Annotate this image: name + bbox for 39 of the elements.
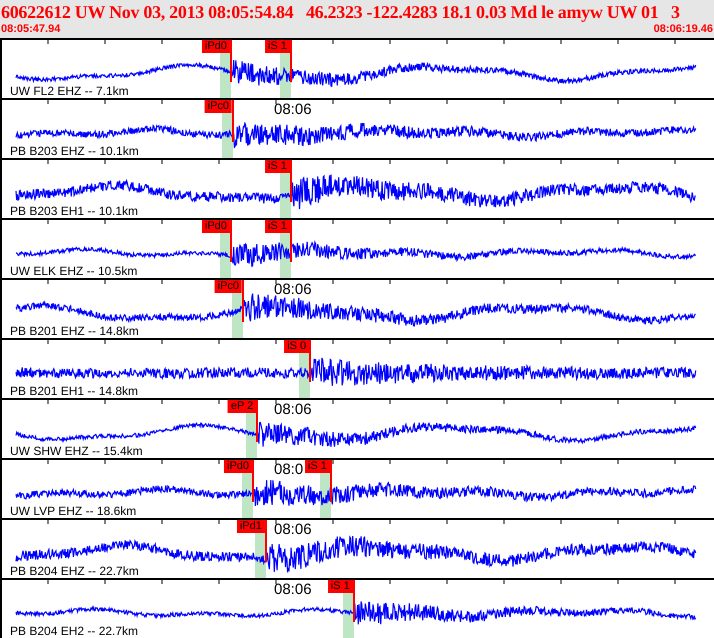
time-label: 08:06 — [274, 521, 312, 538]
pick-line[interactable] — [252, 460, 254, 502]
start-time: 08:05:47.94 — [1, 23, 60, 36]
time-label: 08:0 — [274, 461, 304, 478]
pick-flag[interactable]: iPd0 — [202, 40, 230, 53]
channel-label: UW FL2 EHZ -- 7.1km — [10, 85, 129, 98]
time-label: 08:06 — [274, 101, 312, 118]
pick-flag[interactable]: iS 1 — [264, 160, 290, 173]
pick-flag[interactable]: iPd0 — [202, 220, 230, 233]
time-label: 08:06 — [274, 581, 312, 598]
channel-label: PB B204 EHZ -- 22.7km — [10, 565, 139, 578]
pick-line[interactable] — [330, 460, 332, 502]
pick-flag[interactable]: iS 1 — [328, 580, 353, 593]
channel-label: UW ELK EHZ -- 10.5km — [10, 265, 138, 278]
pick-flag[interactable]: iS 1 — [264, 40, 290, 53]
pick-line[interactable] — [242, 280, 244, 322]
pick-flag[interactable]: eP 2 — [228, 400, 256, 413]
pick-flag[interactable]: iS 1 — [264, 220, 290, 233]
time-label: 08:06 — [274, 281, 312, 298]
channel-label: PB B203 EHZ -- 10.1km — [10, 145, 139, 158]
pick-flag[interactable]: iPd0 — [224, 460, 252, 473]
channel-label: PB B204 EH2 -- 22.7km — [10, 625, 138, 638]
channel-label: PB B201 EHZ -- 14.8km — [10, 325, 139, 338]
pick-flag[interactable]: iS 0 — [284, 340, 310, 353]
channel-label: UW SHW EHZ -- 15.4km — [10, 445, 143, 458]
channel-label: PB B203 EH1 -- 10.1km — [10, 205, 138, 218]
channel-label: UW LVP EHZ -- 18.6km — [10, 505, 136, 518]
pick-line[interactable] — [309, 340, 312, 382]
pick-line[interactable] — [232, 100, 234, 142]
pick-line[interactable] — [256, 400, 258, 442]
event-title: 60622612 UW Nov 03, 2013 08:05:54.84 46.2323 -122.4283 18.1 0.03 Md le amyw UW 01 3 — [1, 1, 680, 23]
pick-line[interactable] — [290, 40, 292, 82]
pick-flag[interactable]: iPd1 — [236, 520, 265, 533]
channel-label: PB B201 EH1 -- 14.8km — [10, 385, 138, 398]
pick-flag[interactable]: iPc0 — [204, 100, 232, 113]
pick-flag[interactable]: iS 1 — [304, 460, 330, 473]
pick-flag[interactable]: iPc0 — [214, 280, 242, 293]
time-label: 08:06 — [274, 401, 312, 418]
end-time: 08:06:19.46 — [654, 23, 713, 36]
